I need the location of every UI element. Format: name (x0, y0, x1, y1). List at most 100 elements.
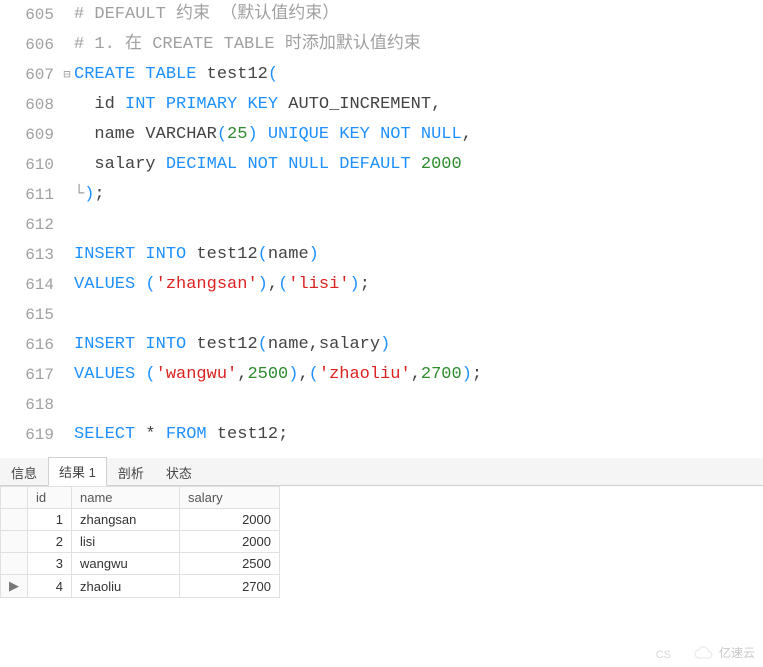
token (186, 335, 196, 354)
token: ) (462, 365, 472, 384)
cell-salary[interactable]: 2000 (180, 531, 280, 553)
cell-name[interactable]: zhangsan (72, 509, 180, 531)
tab-信息[interactable]: 信息 (0, 458, 48, 486)
table-row[interactable]: ▶4zhaoliu2700 (1, 575, 280, 598)
token (411, 125, 421, 144)
code-line[interactable]: 614VALUES ('zhangsan'),('lisi'); (0, 270, 763, 300)
token: NOT (380, 125, 411, 144)
token: ( (268, 65, 278, 84)
code-content[interactable]: VALUES ('zhangsan'),('lisi'); (74, 270, 370, 300)
token (329, 125, 339, 144)
token (74, 95, 94, 114)
code-content[interactable]: name VARCHAR(25) UNIQUE KEY NOT NULL, (74, 120, 472, 150)
code-content[interactable]: INSERT INTO test12(name,salary) (74, 330, 390, 360)
token: ( (258, 245, 268, 264)
line-number: 613 (0, 240, 60, 270)
code-content[interactable]: VALUES ('wangwu',2500),('zhaoliu',2700); (74, 360, 482, 390)
token: , (431, 95, 441, 114)
table-row[interactable]: 1zhangsan2000 (1, 509, 280, 531)
code-content[interactable]: # 1. 在 CREATE TABLE 时添加默认值约束 (74, 30, 421, 60)
sql-editor[interactable]: 605 # DEFAULT 约束 （默认值约束）606# 1. 在 CREATE … (0, 0, 763, 450)
tab-剖析[interactable]: 剖析 (107, 458, 155, 486)
yisu-watermark: 亿速云 (693, 644, 755, 661)
token: 2000 (421, 155, 462, 174)
token: ( (217, 125, 227, 144)
code-line[interactable]: 618 (0, 390, 763, 420)
line-number: 609 (0, 120, 60, 150)
code-line[interactable]: 606# 1. 在 CREATE TABLE 时添加默认值约束 (0, 30, 763, 60)
code-line[interactable]: 612 (0, 210, 763, 240)
token: 'zhaoliu' (319, 365, 411, 384)
token (186, 245, 196, 264)
token (278, 95, 288, 114)
token: name (94, 125, 135, 144)
code-line[interactable]: 605 # DEFAULT 约束 （默认值约束） (0, 0, 763, 30)
column-header-salary[interactable]: salary (180, 487, 280, 509)
code-content[interactable]: └); (74, 180, 105, 210)
line-number: 608 (0, 90, 60, 120)
cell-id[interactable]: 3 (28, 553, 72, 575)
line-number: 618 (0, 390, 60, 420)
token: KEY (339, 125, 370, 144)
code-content[interactable]: id INT PRIMARY KEY AUTO_INCREMENT, (74, 90, 441, 120)
token: ) (349, 275, 359, 294)
cell-id[interactable]: 1 (28, 509, 72, 531)
tab-结果 1[interactable]: 结果 1 (48, 457, 107, 486)
line-number: 616 (0, 330, 60, 360)
token (411, 155, 421, 174)
table-row[interactable]: 2lisi2000 (1, 531, 280, 553)
token: └ (74, 185, 84, 204)
cloud-icon (693, 646, 715, 660)
token: # 1. 在 CREATE TABLE 时添加默认值约束 (74, 35, 421, 54)
line-number: 605 (0, 0, 60, 30)
code-content[interactable]: CREATE TABLE test12( (74, 60, 278, 90)
token: PRIMARY (166, 95, 237, 114)
code-content[interactable]: salary DECIMAL NOT NULL DEFAULT 2000 (74, 150, 462, 180)
row-header-corner (1, 487, 28, 509)
cell-id[interactable]: 2 (28, 531, 72, 553)
token (135, 365, 145, 384)
code-content[interactable]: INSERT INTO test12(name) (74, 240, 319, 270)
cell-name[interactable]: wangwu (72, 553, 180, 575)
table-row[interactable]: 3wangwu2500 (1, 553, 280, 575)
code-content[interactable]: # DEFAULT 约束 （默认值约束） (74, 0, 339, 30)
cell-name[interactable]: zhaoliu (72, 575, 180, 598)
token: INSERT (74, 335, 135, 354)
token: , (268, 275, 278, 294)
code-line[interactable]: 616 INSERT INTO test12(name,salary) (0, 330, 763, 360)
fold-gutter[interactable]: ⊟ (60, 60, 74, 90)
token: CREATE (74, 65, 135, 84)
result-grid[interactable]: idnamesalary1zhangsan20002lisi20003wangw… (0, 486, 280, 598)
cell-id[interactable]: 4 (28, 575, 72, 598)
cs-watermark: CS (656, 649, 671, 661)
cell-name[interactable]: lisi (72, 531, 180, 553)
token: , (298, 365, 308, 384)
code-line[interactable]: 609 name VARCHAR(25) UNIQUE KEY NOT NULL… (0, 120, 763, 150)
code-line[interactable]: 607⊟CREATE TABLE test12( (0, 60, 763, 90)
token: FROM (166, 425, 207, 444)
code-line[interactable]: 608 id INT PRIMARY KEY AUTO_INCREMENT, (0, 90, 763, 120)
column-header-id[interactable]: id (28, 487, 72, 509)
cell-salary[interactable]: 2500 (180, 553, 280, 575)
code-line[interactable]: 610 salary DECIMAL NOT NULL DEFAULT 2000 (0, 150, 763, 180)
cell-salary[interactable]: 2000 (180, 509, 280, 531)
code-line[interactable]: 617VALUES ('wangwu',2500),('zhaoliu',270… (0, 360, 763, 390)
code-line[interactable]: 613 INSERT INTO test12(name) (0, 240, 763, 270)
code-line[interactable]: 611└); (0, 180, 763, 210)
tab-状态[interactable]: 状态 (155, 458, 203, 486)
line-number: 619 (0, 420, 60, 450)
code-line[interactable]: 619 SELECT * FROM test12; (0, 420, 763, 450)
cell-salary[interactable]: 2700 (180, 575, 280, 598)
token: ( (145, 275, 155, 294)
column-header-name[interactable]: name (72, 487, 180, 509)
token: 'lisi' (288, 275, 349, 294)
line-number: 610 (0, 150, 60, 180)
token (237, 155, 247, 174)
token: test12 (196, 245, 257, 264)
code-content[interactable]: SELECT * FROM test12; (74, 420, 288, 450)
token: name (268, 245, 309, 264)
code-line[interactable]: 615 (0, 300, 763, 330)
token: 25 (227, 125, 247, 144)
token: ( (258, 335, 268, 354)
token (135, 245, 145, 264)
